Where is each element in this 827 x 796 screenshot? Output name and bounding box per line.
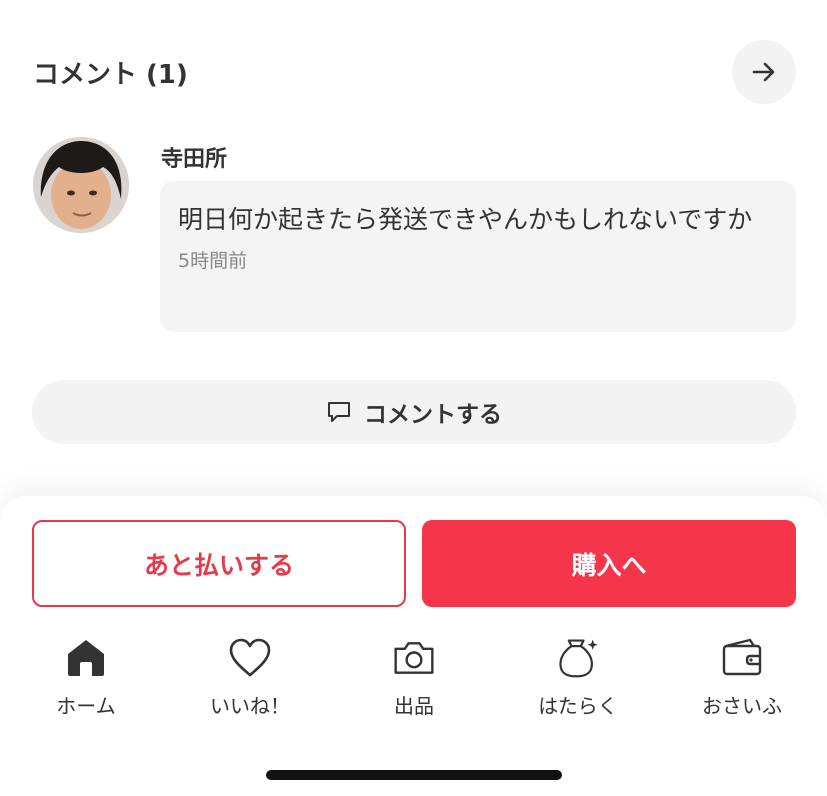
- tab-wallet[interactable]: おさいふ: [672, 636, 812, 726]
- bottom-action-sheet: あと払いする 購入へ ホーム いいね！ 出品 はたらく おさいふ: [0, 496, 827, 796]
- tab-wallet-label: おさいふ: [702, 694, 782, 718]
- speech-bubble-icon: [328, 402, 350, 422]
- commenter-avatar[interactable]: [33, 137, 129, 233]
- tab-home[interactable]: ホーム: [16, 636, 156, 726]
- arrow-right-icon: [752, 62, 775, 82]
- wallet-icon: [722, 638, 762, 676]
- comment-button-label: コメントする: [364, 402, 502, 428]
- comment-timestamp: 5時間前: [178, 250, 248, 272]
- comment-text: 明日何か起きたら発送できやんかもしれないですか: [178, 205, 753, 234]
- comments-title: コメント (1): [33, 59, 188, 90]
- money-bag-icon: [559, 639, 598, 678]
- pay-later-button[interactable]: あと払いする: [32, 520, 406, 607]
- tab-likes[interactable]: いいね！: [180, 636, 320, 726]
- avatar-photo: [33, 137, 129, 233]
- tab-home-label: ホーム: [56, 694, 116, 718]
- tab-sell-label: 出品: [394, 694, 434, 718]
- tab-work[interactable]: はたらく: [508, 636, 648, 726]
- tab-likes-label: いいね！: [210, 694, 290, 718]
- commenter-name[interactable]: 寺田所: [161, 141, 227, 173]
- home-icon: [68, 640, 104, 676]
- view-all-comments-button[interactable]: [732, 40, 796, 104]
- camera-icon: [394, 642, 434, 674]
- comment-bubble: 明日何か起きたら発送できやんかもしれないですか 5時間前: [160, 181, 796, 332]
- tab-work-label: はたらく: [538, 694, 618, 718]
- comment-button[interactable]: コメントする: [32, 380, 796, 444]
- comments-header: コメント (1): [33, 40, 796, 104]
- item-detail-page: コメント (1) 寺田所 明日何か起きたら発送できやんかもしれないですか 5時間…: [0, 0, 827, 796]
- home-indicator[interactable]: [266, 770, 562, 780]
- heart-icon: [229, 638, 271, 677]
- tab-bar: ホーム いいね！ 出品 はたらく おさいふ: [0, 636, 827, 726]
- purchase-button[interactable]: 購入へ: [422, 520, 796, 607]
- tab-sell[interactable]: 出品: [344, 636, 484, 726]
